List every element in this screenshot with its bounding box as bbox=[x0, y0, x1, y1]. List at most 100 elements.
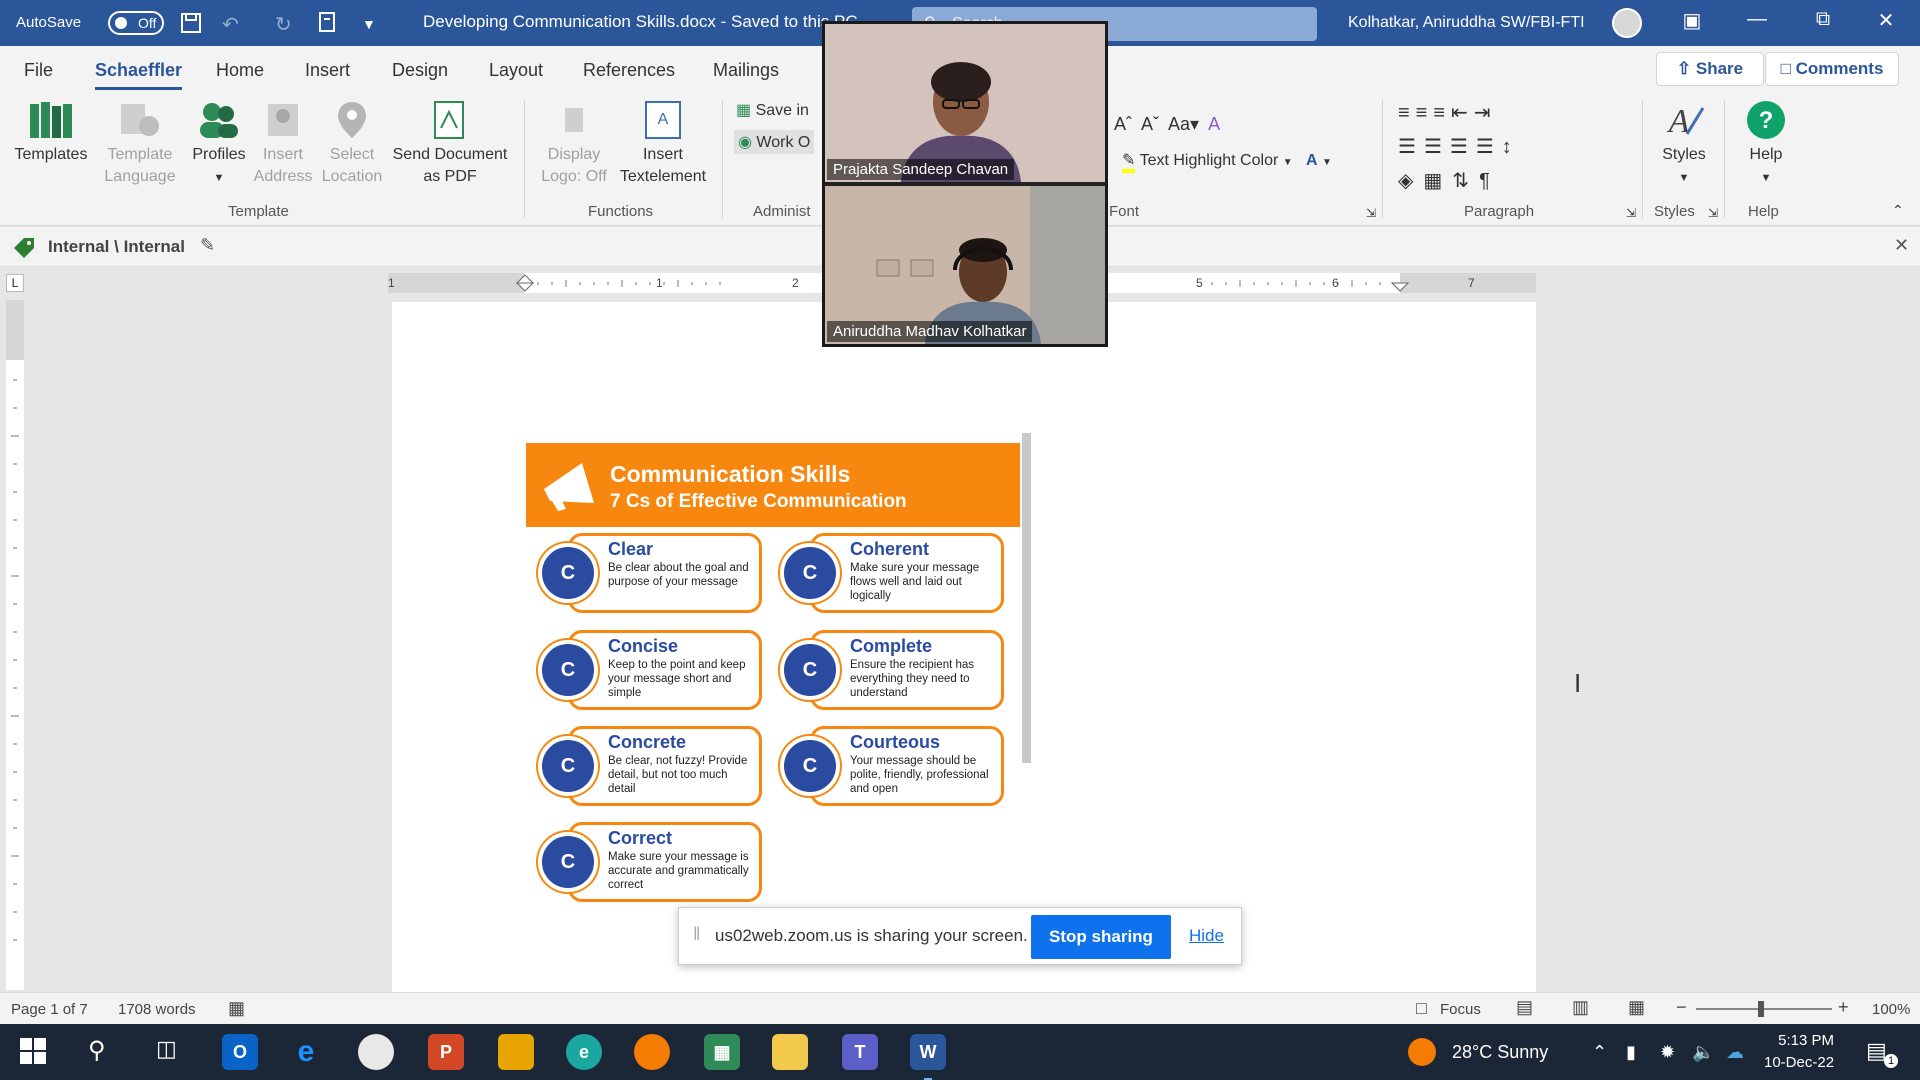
save-icon[interactable] bbox=[180, 12, 202, 40]
participant-video-2[interactable]: Aniruddha Madhav Kolhatkar bbox=[825, 186, 1105, 344]
shading-icon[interactable]: ◈ bbox=[1398, 170, 1423, 192]
tab-file[interactable]: File bbox=[24, 60, 53, 81]
close-icon[interactable]: ✕ bbox=[1866, 8, 1906, 33]
insert-textelement-button[interactable]: A Insert Textelement bbox=[614, 100, 712, 188]
multilevel-list-icon[interactable]: ≡ bbox=[1433, 102, 1451, 124]
align-left-icon[interactable]: ☰ bbox=[1398, 136, 1424, 158]
line-spacing-icon[interactable]: ↕ bbox=[1502, 136, 1520, 158]
read-mode-icon[interactable]: ▤ bbox=[1516, 997, 1533, 1018]
sort-icon[interactable]: ⇅ bbox=[1452, 170, 1479, 192]
sensitivity-label[interactable]: Internal \ Internal bbox=[48, 237, 185, 257]
comments-button[interactable]: □ Comments bbox=[1765, 52, 1899, 86]
zoom-level[interactable]: 100% bbox=[1872, 1001, 1910, 1018]
weather-icon[interactable] bbox=[1408, 1038, 1436, 1066]
tab-mailings[interactable]: Mailings bbox=[713, 60, 779, 81]
minimize-icon[interactable]: — bbox=[1737, 8, 1777, 31]
share-button[interactable]: ⇧ Share bbox=[1656, 52, 1764, 86]
firefox-icon[interactable] bbox=[634, 1034, 670, 1070]
zoom-in-icon[interactable]: + bbox=[1838, 997, 1849, 1018]
numbering-icon[interactable]: ≡ bbox=[1416, 102, 1434, 124]
word-icon[interactable]: W bbox=[910, 1034, 946, 1070]
zoom-slider-thumb[interactable] bbox=[1758, 1001, 1764, 1017]
change-case-icon[interactable]: Aa▾ bbox=[1168, 114, 1199, 134]
save-in-button[interactable]: ▦ Save in bbox=[736, 100, 809, 120]
tab-schaeffler[interactable]: Schaeffler bbox=[95, 60, 183, 90]
grow-font-icon[interactable]: Aˆ bbox=[1114, 114, 1132, 134]
sticky-app-icon[interactable] bbox=[498, 1034, 534, 1070]
tab-design[interactable]: Design bbox=[392, 60, 448, 81]
justify-icon[interactable]: ☰ bbox=[1476, 136, 1502, 158]
clear-formatting-icon[interactable]: A bbox=[1208, 114, 1220, 134]
clock[interactable]: 5:13 PM 10-Dec-22 bbox=[1764, 1030, 1834, 1074]
work-on-button[interactable]: ◉ Work O bbox=[734, 130, 815, 154]
align-right-icon[interactable]: ☰ bbox=[1450, 136, 1476, 158]
task-view-icon[interactable]: ◫ bbox=[156, 1036, 177, 1062]
customize-qat-icon[interactable]: ▼ bbox=[362, 16, 376, 32]
borders-icon[interactable]: ▦ bbox=[1423, 170, 1452, 192]
page-count[interactable]: Page 1 of 7 bbox=[11, 1001, 88, 1018]
scrollbar[interactable] bbox=[1022, 433, 1031, 763]
paragraph-dialog-launcher-icon[interactable]: ⇲ bbox=[1626, 206, 1636, 220]
close-icon[interactable]: ✕ bbox=[1894, 235, 1909, 256]
volume-icon[interactable]: 🔈 bbox=[1692, 1042, 1714, 1063]
font-color-icon[interactable]: A bbox=[1306, 152, 1318, 169]
hide-link[interactable]: Hide bbox=[1189, 926, 1224, 946]
bullets-icon[interactable]: ≡ bbox=[1398, 102, 1416, 124]
powerpoint-icon[interactable]: P bbox=[428, 1034, 464, 1070]
word-count[interactable]: 1708 words bbox=[118, 1001, 196, 1018]
avatar[interactable] bbox=[1612, 8, 1642, 38]
zoom-out-icon[interactable]: − bbox=[1676, 997, 1687, 1018]
templates-button[interactable]: Templates bbox=[12, 100, 90, 166]
battery-icon[interactable]: ▮ bbox=[1626, 1042, 1636, 1063]
text-highlight-button[interactable]: ✎ Text Highlight Color ▼ A ▼ bbox=[1122, 150, 1332, 173]
help-button[interactable]: ? Help ▼ bbox=[1736, 100, 1796, 189]
styles-dialog-launcher-icon[interactable]: ⇲ bbox=[1708, 206, 1718, 220]
tab-selector[interactable]: L bbox=[6, 274, 24, 292]
tab-insert[interactable]: Insert bbox=[305, 60, 350, 81]
align-center-icon[interactable]: ☰ bbox=[1424, 136, 1450, 158]
snipping-tool-icon[interactable] bbox=[358, 1034, 394, 1070]
print-preview-icon[interactable] bbox=[318, 12, 338, 40]
proofing-icon[interactable]: ▦ bbox=[228, 998, 245, 1019]
zoom-video-panel[interactable]: Prajakta Sandeep Chavan Aniruddha Madhav… bbox=[822, 21, 1108, 347]
teams-icon[interactable]: T bbox=[842, 1034, 878, 1070]
web-layout-icon[interactable]: ▦ bbox=[1628, 997, 1645, 1018]
edge-icon[interactable]: e bbox=[566, 1034, 602, 1070]
wifi-icon[interactable]: ✹ bbox=[1660, 1042, 1675, 1063]
infographic-image[interactable]: Communication Skills 7 Cs of Effective C… bbox=[526, 443, 1020, 909]
styles-button[interactable]: A Styles ▼ bbox=[1652, 100, 1716, 189]
file-explorer-icon[interactable] bbox=[772, 1034, 808, 1070]
font-dialog-launcher-icon[interactable]: ⇲ bbox=[1366, 206, 1376, 220]
participant-video-1[interactable]: Prajakta Sandeep Chavan bbox=[825, 24, 1105, 182]
tab-references[interactable]: References bbox=[583, 60, 675, 81]
sheets-icon[interactable]: ▦ bbox=[704, 1034, 740, 1070]
restore-icon[interactable]: ⧉ bbox=[1803, 8, 1843, 31]
focus-label[interactable]: Focus bbox=[1440, 1001, 1481, 1018]
decrease-indent-icon[interactable]: ⇤ bbox=[1451, 102, 1474, 124]
collapse-ribbon-icon[interactable]: ⌃ bbox=[1892, 202, 1904, 219]
increase-indent-icon[interactable]: ⇥ bbox=[1474, 102, 1497, 124]
insert-address-button[interactable]: Insert Address bbox=[252, 100, 314, 188]
windows-start-icon[interactable] bbox=[20, 1038, 46, 1069]
pilcrow-icon[interactable]: ¶ bbox=[1479, 170, 1500, 192]
autosave-toggle[interactable]: Off bbox=[108, 11, 164, 35]
undo-icon[interactable]: ↶ bbox=[222, 12, 239, 37]
edit-pencil-icon[interactable]: ✎ bbox=[200, 235, 215, 256]
zoom-slider[interactable] bbox=[1696, 1001, 1832, 1017]
chevron-up-icon[interactable]: ⌃ bbox=[1592, 1042, 1607, 1063]
onedrive-icon[interactable]: ☁ bbox=[1726, 1042, 1744, 1063]
ribbon-display-options-icon[interactable]: ▣ bbox=[1672, 8, 1712, 33]
weather-text[interactable]: 28°C Sunny bbox=[1452, 1042, 1548, 1063]
search-icon[interactable]: ⚲ bbox=[88, 1036, 106, 1065]
tab-home[interactable]: Home bbox=[216, 60, 264, 81]
tab-layout[interactable]: Layout bbox=[489, 60, 543, 81]
focus-icon[interactable]: □ bbox=[1416, 998, 1427, 1019]
shrink-font-icon[interactable]: Aˇ bbox=[1141, 114, 1159, 134]
redo-icon[interactable]: ↻ bbox=[275, 12, 292, 37]
outlook-icon[interactable]: O bbox=[222, 1034, 258, 1070]
profiles-button[interactable]: Profiles ▼ bbox=[186, 100, 252, 189]
internet-explorer-icon[interactable]: e bbox=[288, 1034, 324, 1070]
send-pdf-button[interactable]: Send Document as PDF bbox=[388, 100, 512, 188]
display-logo-button[interactable]: Display Logo: Off bbox=[534, 100, 614, 188]
print-layout-icon[interactable]: ▥ bbox=[1572, 997, 1589, 1018]
